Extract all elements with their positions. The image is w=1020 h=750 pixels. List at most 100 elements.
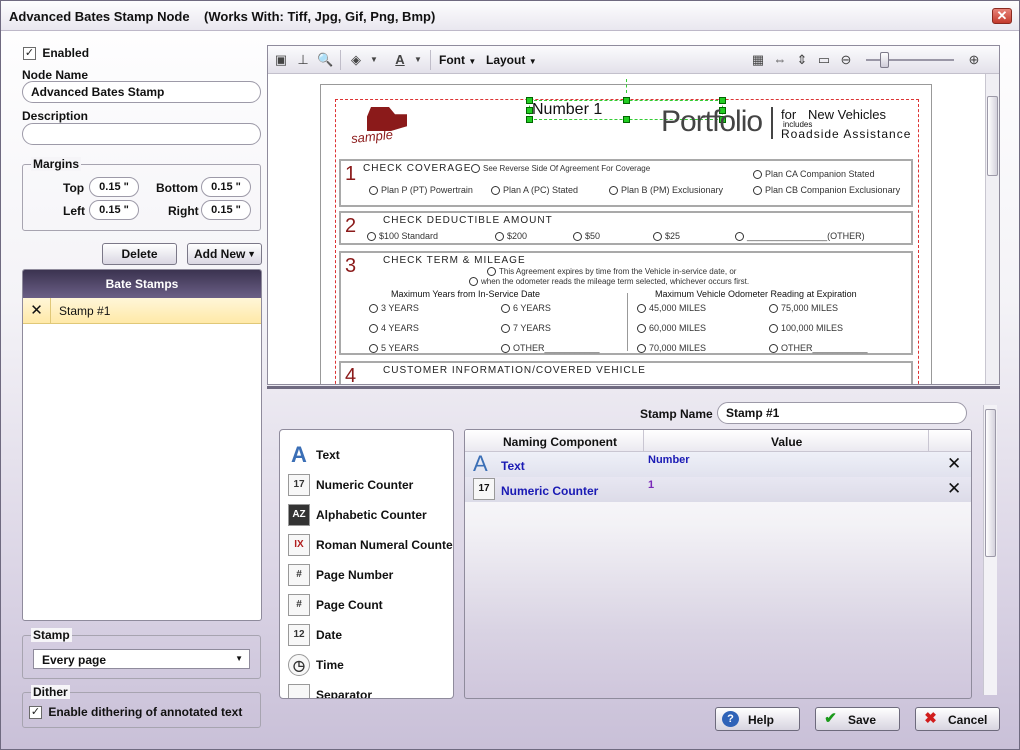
- chevron-down-icon[interactable]: ▼: [366, 52, 382, 68]
- fit-page-icon[interactable]: ▭: [816, 52, 832, 68]
- dither-checkbox[interactable]: ✓ Enable dithering of annotated text: [29, 705, 243, 720]
- chevron-down-icon: ▼: [235, 654, 243, 663]
- chevron-down-icon: ▼: [528, 57, 537, 66]
- dither-option-label: Enable dithering of annotated text: [48, 705, 243, 719]
- title-bar: Advanced Bates Stamp Node (Works With: T…: [1, 1, 1019, 31]
- zoom-out-icon[interactable]: ⊖: [838, 52, 854, 68]
- close-button[interactable]: ✕: [992, 8, 1012, 24]
- layout-menu[interactable]: Layout ▼: [486, 53, 537, 67]
- numeric-counter-icon: 17: [288, 474, 310, 496]
- right-margin-input[interactable]: 0.15 ": [201, 200, 251, 220]
- list-item[interactable]: ✕ Stamp #1: [23, 298, 261, 324]
- stamp-group: Stamp Every page ▼: [22, 628, 261, 679]
- clock-icon: ◷: [288, 654, 310, 676]
- close-icon[interactable]: ✕: [947, 479, 961, 499]
- toolbar: ▣ ⊥ 🔍 ◈ ▼ A ▼ Font ▼ Layout ▼ ▦ ⇔ ⇕ ▭ ⊖ …: [268, 46, 999, 74]
- term-section: 3 CHECK TERM & MILEAGE This Agreement ex…: [339, 251, 913, 355]
- help-button[interactable]: ? Help: [715, 707, 800, 731]
- preview-icon[interactable]: 🔍: [317, 52, 333, 68]
- cancel-button[interactable]: ✖ Cancel: [915, 707, 1000, 731]
- row-component: Numeric Counter: [501, 484, 599, 498]
- dither-label: Dither: [31, 685, 70, 699]
- text-icon: A: [291, 442, 307, 467]
- stamp-label: Stamp: [31, 628, 72, 642]
- text-icon: A: [473, 451, 488, 476]
- zoom-slider-thumb[interactable]: [879, 52, 889, 68]
- node-name-label: Node Name: [22, 68, 89, 82]
- top-label: Top: [63, 181, 85, 195]
- page-count-icon: #: [288, 594, 310, 616]
- left-label: Left: [63, 204, 85, 218]
- calendar-icon: 12: [288, 624, 310, 646]
- stamp-name-input[interactable]: Stamp #1: [717, 402, 967, 424]
- chevron-down-icon[interactable]: ▼: [410, 52, 426, 68]
- row-value[interactable]: Number: [648, 454, 690, 466]
- alphabetic-counter-icon: AZ: [288, 504, 310, 526]
- grid-header: Naming Component Value: [465, 430, 971, 452]
- cancel-icon: ✖: [924, 710, 937, 727]
- coverage-section: 1 CHECK COVERAGE See Reverse Side Of Agr…: [339, 159, 913, 207]
- bottom-margin-input[interactable]: 0.15 ": [201, 177, 251, 197]
- dither-group: Dither ✓ Enable dithering of annotated t…: [22, 685, 261, 728]
- lower-scrollbar[interactable]: [983, 405, 997, 695]
- enabled-checkbox[interactable]: ✓ Enabled: [23, 46, 90, 61]
- dialog-window: Advanced Bates Stamp Node (Works With: T…: [0, 0, 1020, 750]
- stamp-item-label: Stamp #1: [59, 304, 111, 318]
- stamp-tool-icon[interactable]: ▣: [273, 52, 289, 68]
- font-menu[interactable]: Font ▼: [439, 53, 476, 67]
- font-color-icon[interactable]: A: [392, 52, 408, 68]
- separator-icon: [288, 684, 310, 698]
- row-value[interactable]: 1: [648, 479, 654, 491]
- close-icon[interactable]: ✕: [23, 298, 51, 323]
- add-new-label: Add New: [194, 247, 246, 261]
- numeric-counter-icon: 17: [473, 478, 495, 500]
- table-row[interactable]: 17 Numeric Counter 1 ✕: [465, 477, 971, 502]
- left-margin-input[interactable]: 0.15 ": [89, 200, 139, 220]
- fill-color-icon[interactable]: ◈: [348, 52, 364, 68]
- add-new-button[interactable]: Add New ▼: [187, 243, 262, 265]
- checkmark-icon: ✔: [824, 710, 837, 727]
- description-input[interactable]: [22, 123, 261, 145]
- description-label: Description: [22, 109, 89, 123]
- table-row[interactable]: A Text Number ✕: [465, 452, 971, 477]
- enabled-label: Enabled: [42, 46, 90, 60]
- window-title: Advanced Bates Stamp Node (Works With: T…: [9, 9, 436, 24]
- page-number-icon: #: [288, 564, 310, 586]
- image-icon[interactable]: ▦: [750, 52, 766, 68]
- fit-width-icon[interactable]: ⇔: [772, 52, 788, 68]
- chevron-down-icon: ▼: [468, 57, 477, 66]
- document-scrollbar[interactable]: [985, 74, 999, 384]
- top-margin-input[interactable]: 0.15 ": [89, 177, 139, 197]
- stamp-select[interactable]: Every page ▼: [33, 649, 250, 669]
- scrollbar-thumb[interactable]: [987, 96, 998, 176]
- help-label: Help: [748, 713, 775, 727]
- right-label: Right: [168, 204, 199, 218]
- margins-group: Margins Top 0.15 " Bottom 0.15 " Left 0.…: [22, 157, 261, 231]
- logo-text: sample: [350, 126, 394, 147]
- save-label: Save: [848, 713, 877, 727]
- naming-component-header: Naming Component: [503, 435, 617, 449]
- fit-height-icon[interactable]: ⇕: [794, 52, 810, 68]
- splitter[interactable]: [267, 386, 1000, 389]
- enabled-check-icon: ✓: [23, 47, 36, 61]
- scrollbar-thumb[interactable]: [985, 409, 996, 557]
- delete-button[interactable]: Delete: [102, 243, 177, 265]
- zoom-slider[interactable]: [866, 52, 954, 68]
- cancel-label: Cancel: [948, 713, 988, 727]
- layout-menu-label: Layout: [486, 53, 526, 67]
- row-component: Text: [501, 459, 525, 473]
- save-button[interactable]: ✔ Save: [815, 707, 900, 731]
- value-header: Value: [771, 435, 803, 449]
- component-list: A Text 17 Numeric Counter AZ Alphabetic …: [279, 429, 454, 699]
- stamp-name-label: Stamp Name: [640, 407, 713, 421]
- zoom-in-icon[interactable]: ⊕: [966, 52, 982, 68]
- document-page: Number 1 sample Portfolio for New Vehicl…: [320, 79, 932, 384]
- close-icon[interactable]: ✕: [947, 454, 961, 474]
- bottom-label: Bottom: [156, 181, 198, 195]
- stamp-apply-icon[interactable]: ⊥: [295, 52, 311, 68]
- node-name-input[interactable]: Advanced Bates Stamp: [22, 81, 261, 103]
- deductible-section: 2 CHECK DEDUCTIBLE AMOUNT $100 Standard …: [339, 211, 913, 245]
- bate-stamps-header: Bate Stamps: [23, 270, 261, 298]
- roman-numeral-icon: IX: [288, 534, 310, 556]
- naming-grid: Naming Component Value A Text Number ✕ 1…: [464, 429, 972, 699]
